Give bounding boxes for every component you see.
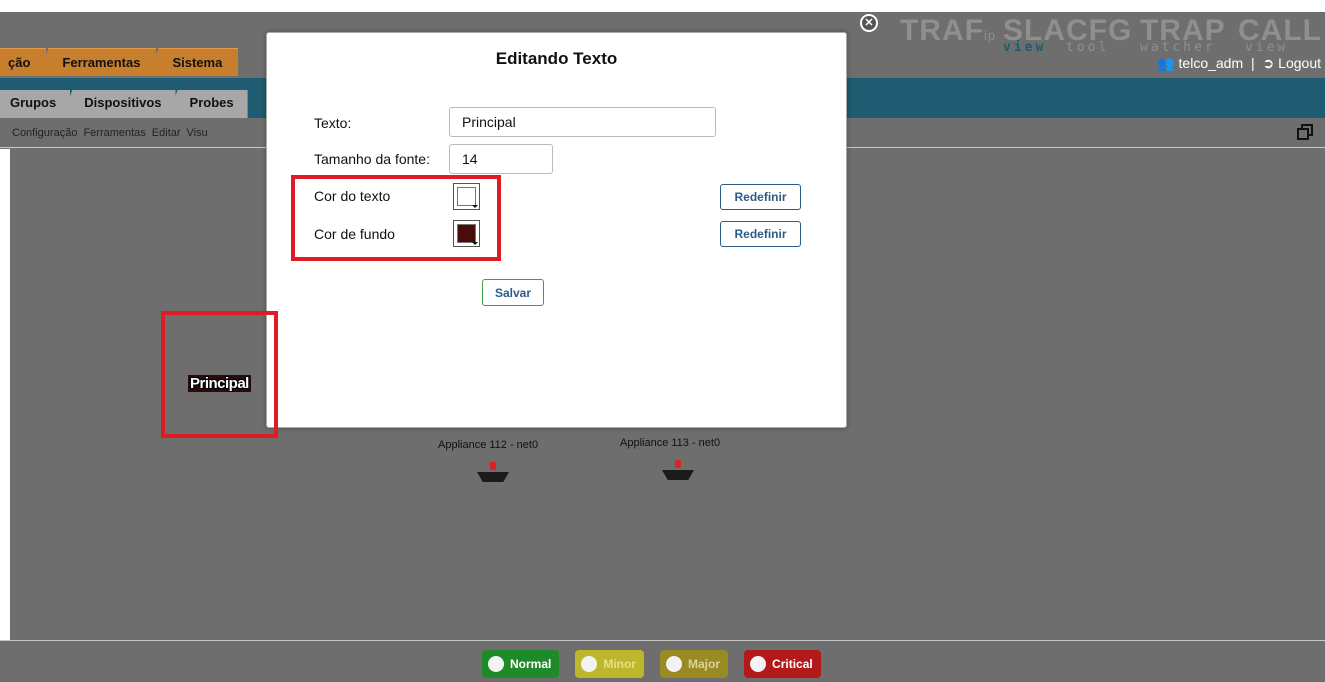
close-dialog-icon[interactable]: ✕	[860, 14, 878, 32]
device-status-led	[675, 460, 681, 468]
brand-sla-sub: view	[1003, 40, 1047, 55]
save-button[interactable]: Salvar	[482, 279, 544, 306]
menu-tab-ferramentas[interactable]: Ferramentas	[38, 48, 157, 76]
toolbar-item-editar[interactable]: Editar	[152, 127, 181, 139]
legend-minor[interactable]: Minor	[575, 650, 645, 678]
device-label-112: Appliance 112 - net0	[438, 439, 539, 451]
device-icon-112[interactable]	[473, 462, 513, 484]
user-icon: 👥	[1157, 55, 1175, 71]
toolbar-item-visu[interactable]: Visu	[187, 127, 208, 139]
reset-text-color-button[interactable]: Redefinir	[720, 184, 801, 210]
main-menu: ção Ferramentas Sistema	[0, 48, 239, 78]
text-field-label: Texto:	[314, 115, 352, 131]
menu-tab-cao[interactable]: ção	[0, 48, 47, 76]
brand-cfg-sub: tool	[1066, 40, 1110, 55]
legend-dot-icon	[488, 656, 504, 672]
toolbar-item-ferramentas[interactable]: Ferramentas	[83, 127, 145, 139]
sub-tabs: Grupos Dispositivos Probes	[0, 90, 248, 118]
top-strip	[0, 0, 1325, 12]
text-field[interactable]	[449, 107, 716, 137]
device-body	[662, 470, 694, 480]
highlight-map-label	[161, 311, 278, 438]
toolbar-items: Configuração Ferramentas Editar Visu	[12, 127, 208, 139]
user-separator: |	[1251, 55, 1255, 71]
legend-dot-icon	[750, 656, 767, 672]
device-icon-113[interactable]	[658, 460, 698, 482]
reset-bg-color-button[interactable]: Redefinir	[720, 221, 801, 247]
highlight-color-fields	[291, 175, 501, 261]
username[interactable]: telco_adm	[1179, 55, 1244, 71]
legend-major[interactable]: Major	[660, 650, 729, 678]
dialog-title: Editando Texto	[495, 49, 618, 68]
tab-probes[interactable]: Probes	[167, 90, 248, 118]
logout-link[interactable]: Logout	[1278, 55, 1321, 71]
device-status-led	[490, 462, 496, 470]
logout-icon: ➲	[1262, 55, 1275, 71]
legend-dot-icon	[581, 656, 598, 672]
legend-critical[interactable]: Critical	[744, 650, 821, 678]
legend-normal[interactable]: Normal	[482, 650, 560, 678]
legend-dot-icon	[666, 656, 683, 672]
toolbar-item-configuracao[interactable]: Configuração	[12, 127, 77, 139]
user-area: 👥 telco_adm | ➲ Logout	[1157, 55, 1321, 72]
font-size-field[interactable]	[449, 144, 553, 174]
tab-dispositivos[interactable]: Dispositivos	[62, 90, 176, 118]
left-gutter	[0, 149, 10, 682]
brand-trap-sub: watcher	[1140, 40, 1216, 55]
tab-grupos[interactable]: Grupos	[0, 90, 71, 118]
severity-legend: Normal Minor Major Critical	[482, 650, 821, 678]
restore-window-icon[interactable]	[1297, 124, 1313, 140]
brand-call-sub: view	[1245, 40, 1289, 55]
menu-tab-sistema[interactable]: Sistema	[148, 48, 239, 76]
font-size-label: Tamanho da fonte:	[314, 151, 430, 167]
brand-traf: TRAFip	[900, 14, 997, 47]
device-label-113: Appliance 113 - net0	[620, 437, 721, 449]
device-body	[477, 472, 509, 482]
